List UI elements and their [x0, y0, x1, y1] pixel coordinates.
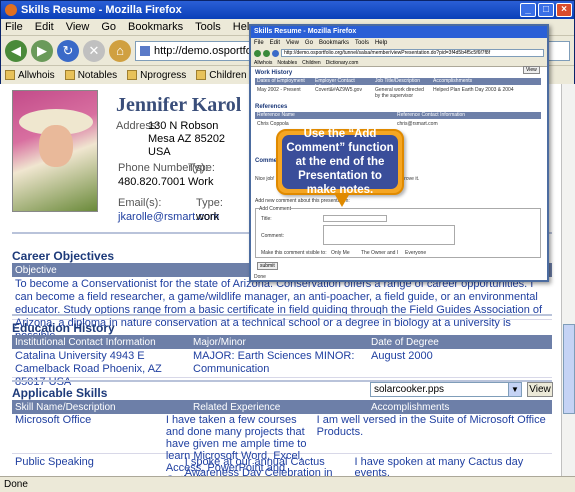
popup-title-bar: Skills Resume - Mozilla Firefox: [251, 26, 547, 38]
address-line-2: Mesa AZ 85202: [148, 133, 226, 145]
popup-work-date: May 2002 - Present: [257, 87, 301, 93]
maximize-button[interactable]: □: [538, 3, 554, 17]
table-row: Microsoft Office I have taken a few cour…: [12, 414, 552, 476]
visibility-only-me[interactable]: Only Me: [331, 250, 350, 256]
popup-references-title: References: [255, 104, 288, 110]
popup-work-title: Work History: [255, 70, 293, 76]
bookmark-notables[interactable]: Notables: [64, 70, 117, 81]
popup-menu-bar: File Edit View Go Bookmarks Tools Help: [251, 38, 547, 47]
page-icon: [140, 45, 150, 56]
close-button[interactable]: ×: [556, 3, 572, 17]
firefox-icon: [5, 4, 17, 16]
reload-icon[interactable]: [272, 49, 279, 57]
bookmark-nprogress[interactable]: Nprogress: [127, 70, 186, 81]
window-title: Skills Resume - Mozilla Firefox: [21, 4, 182, 16]
forward-arrow-icon[interactable]: [263, 49, 270, 57]
skills-section-title: Applicable Skills: [12, 386, 108, 400]
email-type-label: Type:: [196, 197, 223, 209]
education-section-title: Education History: [12, 321, 115, 335]
attachment-select[interactable]: solarcooker.pps ▼: [370, 382, 522, 397]
popup-ref-header: Reference Name Reference Contact Informa…: [255, 112, 541, 119]
menu-go[interactable]: Go: [101, 21, 116, 33]
folder-icon: [127, 70, 138, 80]
phone-type: Work: [188, 176, 214, 188]
add-comment-legend: Add Comment: [259, 206, 291, 212]
submit-comment-button[interactable]: submit: [257, 262, 278, 270]
folder-icon: [64, 70, 75, 80]
address-line-1: 130 N Robson: [148, 120, 219, 132]
popup-ref-name: Chris Coppola: [257, 121, 289, 127]
phone-number: 480.820.7001: [118, 176, 186, 188]
comment-title-input[interactable]: [323, 215, 387, 222]
bookmark-icon: [5, 70, 15, 80]
forward-arrow-icon[interactable]: ▶: [31, 39, 53, 62]
menu-tools[interactable]: Tools: [195, 21, 221, 33]
menu-bookmarks[interactable]: Bookmarks: [128, 21, 183, 33]
profile-name: Jennifer Karol: [116, 94, 242, 116]
title-label: Title:: [261, 216, 272, 222]
menu-edit[interactable]: Edit: [35, 21, 54, 33]
address-line-3: USA: [148, 146, 171, 158]
title-bar: Skills Resume - Mozilla Firefox _ □ ×: [1, 1, 574, 19]
back-arrow-icon[interactable]: [254, 49, 261, 57]
callout-pointer: [334, 193, 350, 207]
table-row: Public Speaking I spoke at our annual Ca…: [15, 456, 524, 477]
visibility-everyone[interactable]: Everyone: [405, 250, 426, 256]
popup-work-employer: Covert&#AZ9W5.gov: [315, 87, 362, 93]
minimize-button[interactable]: _: [520, 3, 536, 17]
popup-ref-contact: chris@rsmart.com: [397, 121, 438, 127]
menu-view[interactable]: View: [66, 21, 90, 33]
callout-text: Use the “Add Comment” function at the en…: [282, 128, 398, 196]
popup-status-bar: Done: [254, 274, 266, 280]
comment-label: Comment:: [261, 233, 285, 239]
divider: [12, 314, 552, 316]
popup-work-title-desc: General work directed by the supervisor: [375, 87, 424, 99]
popup-view-button[interactable]: View: [523, 66, 540, 74]
scrollbar-thumb[interactable]: [563, 324, 575, 414]
bookmark-allwhois[interactable]: Allwhois: [5, 70, 55, 81]
comment-textarea[interactable]: [323, 225, 455, 245]
popup-bookmarks: Allwhois Notables Children Dictionary.com: [251, 59, 547, 67]
stop-icon[interactable]: ✕: [83, 39, 105, 62]
folder-icon: [196, 70, 207, 80]
vertical-scrollbar[interactable]: [561, 84, 575, 476]
table-row: Catalina University 4943 E Camelback Roa…: [12, 350, 552, 388]
popup-nav-toolbar: http://demo.osportfolio.org/tunnel/salsa…: [251, 47, 547, 59]
email-label: Email(s):: [118, 197, 162, 209]
instruction-callout: Use the “Add Comment” function at the en…: [276, 128, 404, 207]
menu-file[interactable]: File: [5, 21, 23, 33]
bookmark-children[interactable]: Children: [196, 70, 247, 81]
back-arrow-icon[interactable]: ◀: [5, 39, 27, 62]
skills-header: Skill Name/Description Related Experienc…: [12, 400, 552, 414]
career-section-title: Career Objectives: [12, 249, 115, 263]
phone-type-label: Type:: [188, 162, 215, 174]
reload-icon[interactable]: ↻: [57, 39, 79, 62]
popup-url[interactable]: http://demo.osportfolio.org/tunnel/salsa…: [281, 49, 544, 57]
popup-work-accomplishments: Helped Plan Earth Day 2003 & 2004: [433, 87, 514, 93]
visible-to-label: Make this comment visible to:: [261, 250, 327, 256]
education-header: Institutional Contact Information Major/…: [12, 335, 552, 349]
popup-work-header: Dates of Employment Employer Contact Inf…: [255, 78, 541, 90]
home-icon[interactable]: ⌂: [109, 39, 131, 62]
visibility-owner-and-i[interactable]: The Owner and I: [361, 250, 398, 256]
view-button[interactable]: View: [527, 382, 553, 397]
status-bar: Done: [0, 476, 575, 492]
chevron-down-icon[interactable]: ▼: [508, 383, 521, 396]
profile-photo: [12, 90, 98, 212]
email-type: work: [196, 211, 220, 223]
